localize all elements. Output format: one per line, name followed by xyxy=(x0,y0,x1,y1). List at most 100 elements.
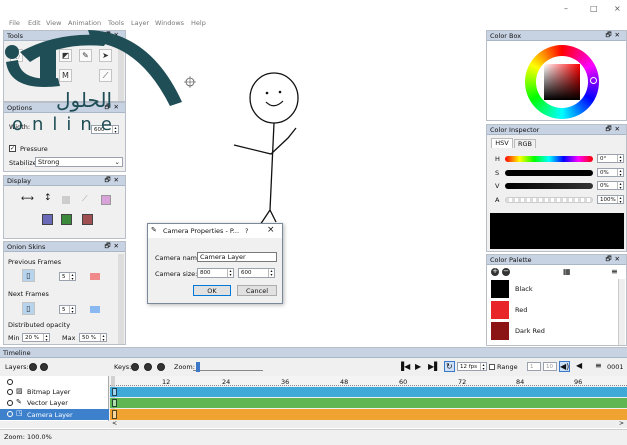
pencil-tool-icon[interactable]: ✎ xyxy=(79,49,92,62)
duplicate-key-icon[interactable] xyxy=(157,363,165,371)
visibility-all-icon[interactable] xyxy=(7,379,13,385)
track-bitmap[interactable] xyxy=(110,387,627,397)
spin-arrows-icon[interactable]: ▴ ▾ xyxy=(617,196,623,204)
onion-grid-icon[interactable] xyxy=(61,214,72,225)
camera-width-spinbox[interactable]: 800 ▴ ▾ xyxy=(197,268,234,278)
scroll-left-icon[interactable]: < xyxy=(112,420,117,427)
panel-float-close-icons[interactable]: 🗗✕ xyxy=(104,242,122,253)
dialog-close-button[interactable]: × xyxy=(267,225,275,235)
sound-icon[interactable]: ◀) xyxy=(559,361,571,372)
add-layer-icon[interactable] xyxy=(29,363,37,371)
saturation-slider[interactable] xyxy=(505,170,593,176)
next-frames-spinbox[interactable]: 5 ▴ ▾ xyxy=(59,305,76,314)
visibility-toggle-icon[interactable] xyxy=(7,400,13,406)
spin-arrows-icon[interactable]: ▴ ▾ xyxy=(43,334,49,342)
menu-edit[interactable]: Edit xyxy=(28,19,41,27)
palette-menu-icon[interactable]: ≡ xyxy=(611,267,618,276)
panel-float-close-icons[interactable]: 🗗✕ xyxy=(605,31,623,42)
minimize-button[interactable]: – xyxy=(564,4,568,13)
eyedropper-tool-icon[interactable]: ⟋ xyxy=(99,69,112,82)
panel-float-close-icons[interactable]: 🗗✕ xyxy=(605,255,623,266)
previous-onion-color-icon[interactable] xyxy=(90,273,100,280)
track-vector[interactable] xyxy=(110,398,627,408)
menu-help[interactable]: Help xyxy=(191,19,206,27)
hue-selector-ring[interactable] xyxy=(590,77,597,84)
min-opacity-spinbox[interactable]: 20 % ▴ ▾ xyxy=(22,333,50,342)
previous-onion-toggle-icon[interactable]: ▯ xyxy=(22,269,35,282)
visibility-toggle-icon[interactable] xyxy=(7,389,13,395)
scroll-right-icon[interactable]: > xyxy=(619,420,624,427)
next-onion-color-icon[interactable] xyxy=(90,306,100,313)
spin-arrows-icon[interactable]: ▴ ▾ xyxy=(617,182,623,190)
layer-row-bitmap[interactable]: ▨ Bitmap Layer xyxy=(0,387,109,397)
tab-rgb[interactable]: RGB xyxy=(514,139,536,148)
zoom-slider-handle[interactable] xyxy=(196,362,200,372)
spin-arrows-icon[interactable]: ▴ ▾ xyxy=(480,363,486,371)
palette-view-icon[interactable]: ▦ xyxy=(563,267,571,276)
keyframe[interactable] xyxy=(112,388,117,396)
alpha-slider[interactable] xyxy=(505,197,593,203)
range-start-spinbox[interactable]: 1 xyxy=(527,362,541,371)
hue-slider[interactable] xyxy=(505,156,593,162)
panel-float-close-icons[interactable]: 🗗✕ xyxy=(104,103,122,114)
palette-item-red[interactable]: Red xyxy=(491,300,614,320)
stabilizer-dropdown[interactable]: Strong ⌄ xyxy=(35,157,123,167)
play-icon[interactable]: ▶ xyxy=(415,362,421,371)
timeline-menu-icon[interactable]: ≡ xyxy=(595,361,602,370)
timeline-hscroll[interactable]: < > xyxy=(110,420,627,428)
remove-key-icon[interactable] xyxy=(144,363,152,371)
eraser-tool-icon[interactable]: ◩ xyxy=(59,49,72,62)
spin-arrows-icon[interactable]: ▴ ▾ xyxy=(227,269,233,277)
flip-vertical-icon[interactable]: ↕ xyxy=(44,193,52,203)
outline-mode-icon[interactable] xyxy=(62,196,70,204)
maximize-button[interactable]: □ xyxy=(590,4,598,13)
pen-tool-icon[interactable]: M xyxy=(59,69,72,82)
close-window-button[interactable]: × xyxy=(614,4,621,13)
palette-scrollbar[interactable] xyxy=(618,279,625,345)
visibility-toggle-icon[interactable] xyxy=(7,411,13,417)
menu-file[interactable]: File xyxy=(9,19,20,27)
select-arrow-tool-icon[interactable]: ➤ xyxy=(99,49,112,62)
keyframe[interactable] xyxy=(112,410,117,419)
value-slider[interactable] xyxy=(505,183,593,189)
alpha-spinbox[interactable]: 100% ▴ ▾ xyxy=(597,195,624,204)
timeline-ruler[interactable]: 12 24 36 48 60 72 84 96 xyxy=(110,376,627,420)
axis-overlay-icon[interactable] xyxy=(101,195,111,205)
jump-end-icon[interactable]: ▶▌ xyxy=(428,362,440,371)
fps-spinbox[interactable]: 12 fps ▴ ▾ xyxy=(457,362,487,371)
panel-scrollbar[interactable] xyxy=(118,43,124,101)
panel-float-close-icons[interactable]: 🗗✕ xyxy=(605,125,623,136)
menu-tools[interactable]: Tools xyxy=(108,19,124,27)
value-spinbox[interactable]: 0% ▴ ▾ xyxy=(597,181,624,190)
spin-arrows-icon[interactable]: ▴ ▾ xyxy=(112,126,118,134)
zoom-slider[interactable] xyxy=(193,364,263,371)
flip-horizontal-icon[interactable]: ⟷ xyxy=(21,194,34,204)
tab-hsv[interactable]: HSV xyxy=(491,138,513,148)
panel-scrollbar[interactable] xyxy=(118,254,124,344)
remove-layer-icon[interactable] xyxy=(40,363,48,371)
spin-arrows-icon[interactable]: ▴ ▾ xyxy=(100,334,106,342)
menu-view[interactable]: View xyxy=(46,19,61,27)
panel-float-close-icons[interactable]: 🗗✕ xyxy=(104,31,122,42)
camera-overlay-icon[interactable] xyxy=(82,214,93,225)
sound-scrub-icon[interactable]: ◀ xyxy=(576,361,582,370)
hue-spinbox[interactable]: 0° ▴ ▾ xyxy=(597,154,624,163)
menu-windows[interactable]: Windows xyxy=(155,19,184,27)
width-spinbox[interactable]: 600 ▴ ▾ xyxy=(91,125,119,134)
panel-float-close-icons[interactable]: 🗗✕ xyxy=(104,176,122,187)
dialog-help-button[interactable]: ? xyxy=(245,227,248,235)
range-checkbox[interactable] xyxy=(489,364,495,370)
ok-button[interactable]: OK xyxy=(193,285,231,296)
next-onion-toggle-icon[interactable]: ▯ xyxy=(22,302,35,315)
pressure-checkbox[interactable]: ✓ xyxy=(9,145,16,152)
layer-row-vector[interactable]: ✎ Vector Layer xyxy=(0,398,109,408)
spin-arrows-icon[interactable]: ▴ ▾ xyxy=(617,155,623,163)
previous-frames-spinbox[interactable]: 5 ▴ ▾ xyxy=(59,272,76,281)
camera-name-input[interactable]: Camera Layer xyxy=(197,252,277,262)
palette-item-dark-red[interactable]: Dark Red xyxy=(491,321,614,341)
menu-layer[interactable]: Layer xyxy=(131,19,149,27)
range-end-spinbox[interactable]: 10 xyxy=(543,362,557,371)
remove-color-icon[interactable]: − xyxy=(502,268,510,276)
max-opacity-spinbox[interactable]: 50 % ▴ ▾ xyxy=(79,333,107,342)
spin-arrows-icon[interactable]: ▴ ▾ xyxy=(69,306,75,314)
